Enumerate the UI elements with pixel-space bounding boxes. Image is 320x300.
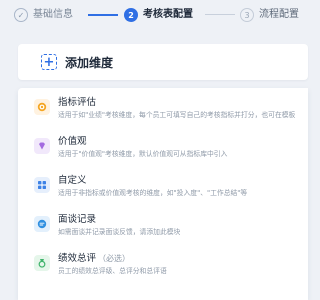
menu-item-performance-summary[interactable]: 绩效总评 （必选） 员工的绩效总评级、总评分和总评语 xyxy=(18,248,308,282)
target-icon xyxy=(34,99,50,115)
menu-item-desc: 适用于"价值观"考核维度，默认价值观可从指标库中引入 xyxy=(58,150,228,158)
step-basic-info[interactable]: ✓ 基础信息 xyxy=(14,8,73,22)
step-3-label: 流程配置 xyxy=(259,9,299,20)
diamond-icon xyxy=(34,138,50,154)
step-2-label: 考核表配置 xyxy=(143,9,193,20)
menu-item-values[interactable]: 价值观 适用于"价值观"考核维度，默认价值观可从指标库中引入 xyxy=(18,131,308,165)
step-connector xyxy=(205,14,235,15)
menu-item-desc: 适用于非指标或价值观考核的维度，如"投入度"、"工作总结"等 xyxy=(58,189,248,197)
step-1-check-icon: ✓ xyxy=(14,8,28,22)
add-dimension-button[interactable]: + 添加维度 xyxy=(18,44,308,80)
menu-item-indicator-evaluation[interactable]: 指标评估 适用于如"业绩"考核维度，每个员工可填写自己的考核指标并打分，也可在模… xyxy=(18,92,308,126)
step-1-label: 基础信息 xyxy=(33,9,73,20)
step-2-number: 2 xyxy=(124,8,138,22)
menu-item-title: 价值观 xyxy=(58,136,87,147)
menu-item-title-text: 绩效总评 xyxy=(58,253,97,264)
chat-icon xyxy=(34,216,50,232)
stepper: ✓ 基础信息 2 考核表配置 3 流程配置 xyxy=(0,0,300,36)
menu-item-interview-record[interactable]: 面谈记录 如需面谈并记录面谈反馈，请添加此模块 xyxy=(18,209,308,243)
add-dimension-label: 添加维度 xyxy=(65,55,114,70)
menu-item-title: 绩效总评 （必选） xyxy=(58,250,130,264)
dimension-type-menu: 指标评估 适用于如"业绩"考核维度，每个员工可填写自己的考核指标并打分，也可在模… xyxy=(18,88,308,300)
step-flow-config[interactable]: 3 流程配置 xyxy=(240,8,299,22)
menu-item-title: 面谈记录 xyxy=(58,214,97,225)
plus-icon: + xyxy=(41,54,57,70)
menu-item-title: 自定义 xyxy=(58,175,87,186)
menu-item-custom[interactable]: 自定义 适用于非指标或价值观考核的维度，如"投入度"、"工作总结"等 xyxy=(18,170,308,204)
required-note: （必选） xyxy=(98,254,131,263)
grid-icon xyxy=(34,177,50,193)
step-3-number: 3 xyxy=(240,8,254,22)
medal-icon xyxy=(34,255,50,271)
step-form-config[interactable]: 2 考核表配置 xyxy=(124,8,193,22)
menu-item-title: 指标评估 xyxy=(58,97,97,108)
menu-item-desc: 适用于如"业绩"考核维度，每个员工可填写自己的考核指标并打分，也可在模板 xyxy=(58,111,296,119)
menu-item-desc: 员工的绩效总评级、总评分和总评语 xyxy=(58,267,167,275)
step-connector-active xyxy=(88,14,118,16)
menu-item-desc: 如需面谈并记录面谈反馈，请添加此模块 xyxy=(58,228,181,236)
